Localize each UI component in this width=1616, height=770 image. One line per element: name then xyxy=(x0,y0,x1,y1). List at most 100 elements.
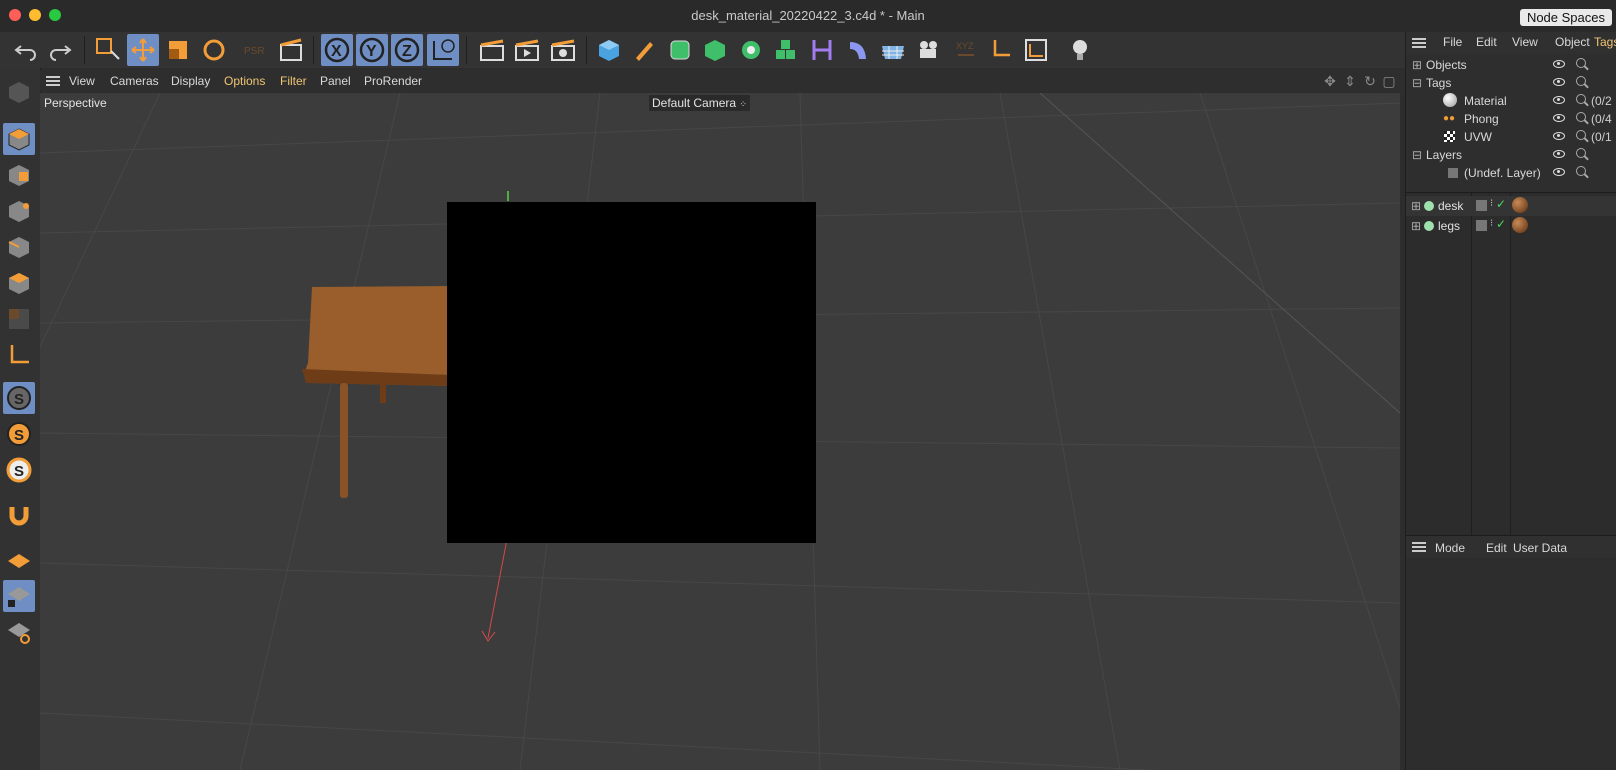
viewport-menu-icon[interactable] xyxy=(46,76,60,86)
snapping-button[interactable] xyxy=(1020,34,1052,66)
menu-file[interactable]: File xyxy=(1443,35,1462,49)
cube-object-button[interactable] xyxy=(593,34,625,66)
tree-item-tags[interactable]: ⊟ Tags xyxy=(1406,74,1616,92)
mograph-cloner-button[interactable] xyxy=(735,34,767,66)
enabled-check-icon[interactable]: ✓ xyxy=(1496,197,1506,211)
menu-display[interactable]: Display xyxy=(171,74,210,88)
axis-mode-button[interactable] xyxy=(3,339,35,371)
rotate-tool-button[interactable] xyxy=(198,34,230,66)
align-workplane-button[interactable] xyxy=(3,616,35,648)
edges-mode-button[interactable] xyxy=(3,231,35,263)
tree-item-uvw[interactable]: UVW (0/1 xyxy=(1406,128,1616,146)
rotate-view-icon[interactable]: ↻ xyxy=(1362,73,1378,89)
y-axis-lock-button[interactable]: Y xyxy=(356,34,388,66)
menu-prorender[interactable]: ProRender xyxy=(364,74,422,88)
magnifier-icon[interactable] xyxy=(1576,148,1586,158)
workplane-grid-button[interactable] xyxy=(3,545,35,577)
model-mode-button[interactable] xyxy=(275,34,307,66)
active-camera-label[interactable]: Default Camera ⁘ xyxy=(649,95,750,111)
extrude-button[interactable] xyxy=(699,34,731,66)
polygons-mode-button[interactable] xyxy=(3,267,35,299)
menu-edit[interactable]: Edit xyxy=(1476,35,1497,49)
magnifier-icon[interactable] xyxy=(1576,112,1586,122)
menu-object[interactable]: Object xyxy=(1555,35,1590,49)
tree-item-material[interactable]: Material (0/2 xyxy=(1406,92,1616,110)
visibility-dots-icon[interactable]: ⁝ xyxy=(1490,218,1493,229)
menu-user-data[interactable]: User Data xyxy=(1513,541,1567,555)
points-mode-button[interactable] xyxy=(3,195,35,227)
perspective-viewport[interactable]: Perspective Default Camera ⁘ xyxy=(40,93,1400,770)
magnifier-icon[interactable] xyxy=(1576,94,1586,104)
light-object-button[interactable] xyxy=(1064,34,1096,66)
expand-icon[interactable]: ⊞ xyxy=(1411,199,1421,213)
uv-mode-button[interactable] xyxy=(3,303,35,335)
menu-view[interactable]: View xyxy=(69,74,95,88)
pen-spline-button[interactable] xyxy=(628,34,660,66)
solo-off-button[interactable]: S xyxy=(3,382,35,414)
camera-object-button[interactable] xyxy=(913,34,945,66)
scale-tool-button[interactable] xyxy=(162,34,194,66)
expand-icon[interactable]: ⊞ xyxy=(1411,219,1421,233)
psr-button[interactable]: PSR xyxy=(238,34,270,66)
coordinate-system-button[interactable] xyxy=(427,34,459,66)
tree-item-undef-layer[interactable]: (Undef. Layer) xyxy=(1406,164,1616,182)
object-row-desk[interactable]: ⊞ desk ⁝ ✓ xyxy=(1406,196,1616,216)
attributes-menu-icon[interactable] xyxy=(1412,542,1426,552)
zoom-view-icon[interactable]: ⇕ xyxy=(1342,73,1358,89)
z-axis-lock-button[interactable]: Z xyxy=(391,34,423,66)
node-spaces-button[interactable]: Node Spaces xyxy=(1519,9,1612,26)
eye-icon[interactable] xyxy=(1553,60,1565,68)
floor-environment-button[interactable] xyxy=(877,34,909,66)
undo-button[interactable] xyxy=(10,34,42,66)
material-tag-icon[interactable] xyxy=(1512,217,1528,233)
menu-edit-attributes[interactable]: Edit xyxy=(1486,541,1507,555)
layer-swatch-icon[interactable] xyxy=(1476,220,1487,231)
bend-deformer-button[interactable] xyxy=(842,34,874,66)
object-row-legs[interactable]: ⊞ legs ⁝ ✓ xyxy=(1406,216,1616,236)
make-editable-button[interactable] xyxy=(3,76,35,108)
tree-item-phong[interactable]: ●● Phong (0/4 xyxy=(1406,110,1616,128)
collapse-icon[interactable]: ⊟ xyxy=(1412,76,1422,90)
magnifier-icon[interactable] xyxy=(1576,76,1586,86)
eye-icon[interactable] xyxy=(1553,78,1565,86)
collapse-icon[interactable]: ⊟ xyxy=(1412,148,1422,162)
enabled-check-icon[interactable]: ✓ xyxy=(1496,217,1506,231)
texture-mode-button[interactable] xyxy=(3,159,35,191)
deformer-button[interactable] xyxy=(806,34,838,66)
workplane-button[interactable] xyxy=(984,34,1016,66)
menu-view-manager[interactable]: View xyxy=(1512,35,1538,49)
material-tag-icon[interactable] xyxy=(1512,197,1528,213)
toggle-view-icon[interactable]: ▢ xyxy=(1381,73,1397,89)
volume-builder-button[interactable] xyxy=(770,34,802,66)
render-settings-button[interactable] xyxy=(547,34,579,66)
snap-magnet-button[interactable] xyxy=(3,500,35,532)
magnifier-icon[interactable] xyxy=(1576,58,1586,68)
menu-panel[interactable]: Panel xyxy=(320,74,351,88)
xyz-axis-button[interactable]: XYZ xyxy=(949,34,981,66)
render-view-button[interactable] xyxy=(476,34,508,66)
subdivision-surface-button[interactable] xyxy=(664,34,696,66)
menu-options[interactable]: Options xyxy=(224,74,265,88)
move-view-icon[interactable]: ✥ xyxy=(1322,73,1338,89)
menu-filter[interactable]: Filter xyxy=(280,74,307,88)
eye-icon[interactable] xyxy=(1553,150,1565,158)
layer-swatch-icon[interactable] xyxy=(1476,200,1487,211)
eye-icon[interactable] xyxy=(1553,114,1565,122)
eye-icon[interactable] xyxy=(1553,132,1565,140)
menu-mode[interactable]: Mode xyxy=(1435,541,1465,555)
manager-menu-icon[interactable] xyxy=(1412,38,1426,48)
tree-item-layers[interactable]: ⊟ Layers xyxy=(1406,146,1616,164)
model-mode-button[interactable] xyxy=(3,123,35,155)
menu-tags[interactable]: Tags xyxy=(1594,35,1616,49)
solo-hierarchy-button[interactable]: S xyxy=(3,454,35,486)
move-tool-button[interactable] xyxy=(127,34,159,66)
tree-item-objects[interactable]: ⊞ Objects xyxy=(1406,56,1616,74)
expand-icon[interactable]: ⊞ xyxy=(1412,58,1422,72)
selection-tool-button[interactable] xyxy=(92,34,124,66)
solo-single-button[interactable]: S xyxy=(3,418,35,450)
magnifier-icon[interactable] xyxy=(1576,166,1586,176)
render-to-picture-viewer-button[interactable] xyxy=(511,34,543,66)
redo-button[interactable] xyxy=(44,34,76,66)
x-axis-lock-button[interactable]: X xyxy=(321,34,353,66)
eye-icon[interactable] xyxy=(1553,96,1565,104)
